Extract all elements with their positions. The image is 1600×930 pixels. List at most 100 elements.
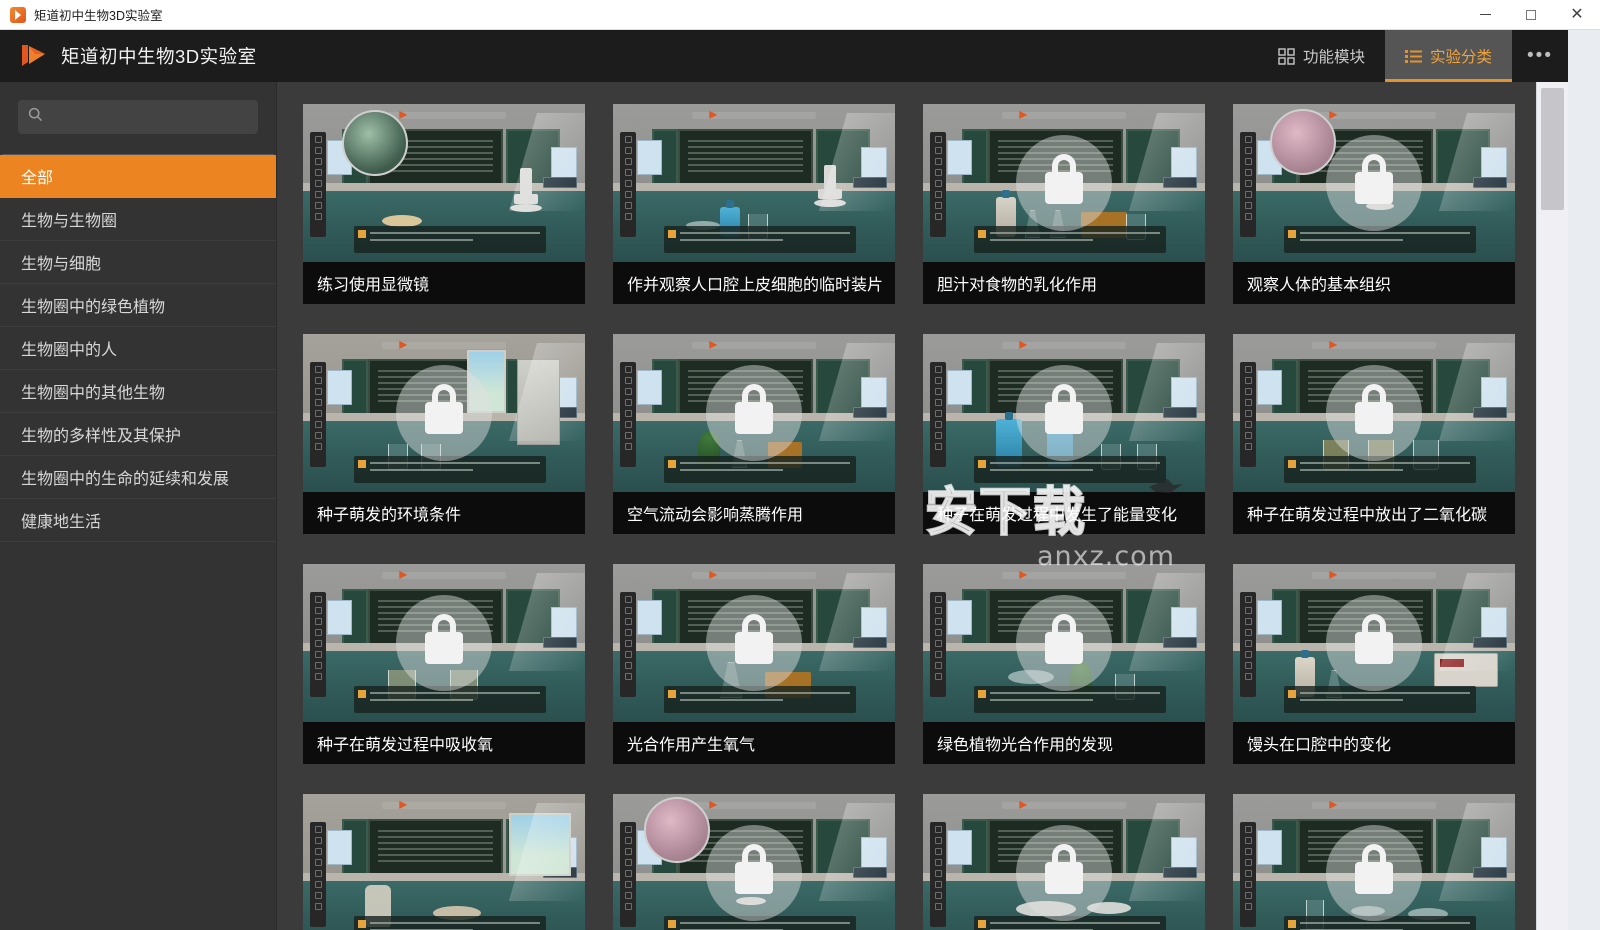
sidebar-item-label: 生物圈中的生命的延续和发展 <box>21 471 230 488</box>
scene-toolbar <box>310 592 327 697</box>
scene-toolbar <box>310 822 327 927</box>
sidebar-item-6[interactable]: 生物的多样性及其保护 <box>0 413 276 456</box>
sidebar-item-4[interactable]: 生物圈中的人 <box>0 327 276 370</box>
scene-toolbar <box>930 132 947 237</box>
search-input[interactable] <box>51 109 248 125</box>
scene-toolbar <box>1240 822 1257 927</box>
search-icon <box>28 107 43 127</box>
lock-icon <box>1326 595 1422 691</box>
search-container <box>0 82 276 154</box>
lock-icon <box>706 825 802 921</box>
lock-icon <box>1016 365 1112 461</box>
scene-brand <box>1001 341 1127 349</box>
experiment-title: 胆汁对食物的乳化作用 <box>923 262 1205 304</box>
scene-brand <box>691 571 817 579</box>
nav-item-function-modules[interactable]: 功能模块 <box>1258 30 1385 82</box>
scene-toolbar <box>1240 132 1257 237</box>
experiment-thumbnail <box>923 334 1205 492</box>
sidebar-item-7[interactable]: 生物圈中的生命的延续和发展 <box>0 456 276 499</box>
scene-brand <box>691 801 817 809</box>
scene-note <box>663 225 856 253</box>
close-button[interactable]: ✕ <box>1554 0 1600 29</box>
scene-brand <box>1311 341 1437 349</box>
scene-toolbar <box>620 822 637 927</box>
experiment-card[interactable]: 馒头在口腔中的变化 <box>1233 564 1515 764</box>
app-logo-icon <box>10 6 26 23</box>
sidebar-item-1[interactable]: 生物与生物圈 <box>0 198 276 241</box>
experiment-card[interactable]: 制作狗子印 <box>1233 794 1515 930</box>
app-nav: 功能模块 实验分类 ••• <box>1258 30 1568 82</box>
experiment-card[interactable]: 空气流动会影响蒸腾作用 <box>613 334 895 534</box>
sidebar-item-label: 生物的多样性及其保护 <box>21 428 182 445</box>
experiment-thumbnail <box>1233 334 1515 492</box>
grid-icon <box>1278 47 1295 65</box>
scene-brand <box>691 111 817 119</box>
sidebar-item-8[interactable]: 健康地生活 <box>0 499 276 542</box>
thumbnail-scene <box>613 104 895 262</box>
experiment-card[interactable]: 种子萌发的环境条件 <box>303 334 585 534</box>
experiment-card[interactable]: 用显微镜观察人血的永久涂片 <box>613 794 895 930</box>
sidebar-item-label: 生物圈中的人 <box>21 342 118 359</box>
experiment-card[interactable]: 练习使用显微镜 <box>303 104 585 304</box>
application-root: 矩道初中生物3D实验室 功能模块 实验分类 ••• 全部 生物与生物圈 生物与细… <box>0 30 1568 930</box>
experiment-card[interactable]: 作并观察人口腔上皮细胞的临时装片 <box>613 104 895 304</box>
scene-brand <box>691 341 817 349</box>
scene-brand <box>381 571 507 579</box>
experiment-title: 光合作用产生氧气 <box>613 722 895 764</box>
overflow-menu-button[interactable]: ••• <box>1512 30 1568 82</box>
maximize-button[interactable] <box>1508 0 1554 29</box>
lock-icon <box>396 365 492 461</box>
experiment-card[interactable]: 光合作用产生氧气 <box>613 564 895 764</box>
thumbnail-scene <box>303 794 585 930</box>
scrollbar-thumb[interactable] <box>1541 88 1564 210</box>
app-header: 矩道初中生物3D实验室 功能模块 实验分类 ••• <box>0 30 1568 82</box>
sidebar-item-0[interactable]: 全部 <box>0 155 276 198</box>
experiment-card[interactable]: 用废旧纸张制作再生纸 <box>923 794 1205 930</box>
lock-icon <box>1016 135 1112 231</box>
experiment-card[interactable]: 模拟膈肌的运动 <box>303 794 585 930</box>
window-controls: ✕ <box>1462 0 1600 29</box>
sidebar-item-5[interactable]: 生物圈中的其他生物 <box>0 370 276 413</box>
brand: 矩道初中生物3D实验室 <box>0 42 257 70</box>
category-list: 全部生物与生物圈生物与细胞 生物圈中的绿色植物生物圈中的人生物圈中的其他生物生物的… <box>0 155 276 542</box>
experiment-card[interactable]: 种子在萌发过程中发生了能量变化 <box>923 334 1205 534</box>
scene-toolbar <box>930 362 947 467</box>
experiment-card[interactable]: 观察人体的基本组织 <box>1233 104 1515 304</box>
lock-icon <box>1326 365 1422 461</box>
experiment-thumbnail <box>1233 794 1515 930</box>
scene-toolbar <box>620 362 637 467</box>
minimize-button[interactable] <box>1462 0 1508 29</box>
sidebar-item-3[interactable]: 生物圈中的绿色植物 <box>0 284 276 327</box>
maximize-icon <box>1526 9 1536 20</box>
experiment-thumbnail <box>613 104 895 262</box>
search-box[interactable] <box>18 100 258 134</box>
experiment-title: 馒头在口腔中的变化 <box>1233 722 1515 764</box>
experiment-thumbnail <box>613 334 895 492</box>
scene-toolbar <box>620 132 637 237</box>
brand-title: 矩道初中生物3D实验室 <box>61 46 257 67</box>
sidebar-item-2[interactable]: 生物与细胞 <box>0 241 276 284</box>
experiment-card[interactable]: 种子在萌发过程中放出了二氧化碳 <box>1233 334 1515 534</box>
experiment-title: 种子萌发的环境条件 <box>303 492 585 534</box>
experiment-card[interactable]: 绿色植物光合作用的发现 <box>923 564 1205 764</box>
sidebar-item-label: 生物与生物圈 <box>21 213 118 230</box>
window-title-group: 矩道初中生物3D实验室 <box>0 5 162 24</box>
minimize-icon <box>1479 14 1491 15</box>
scene-brand <box>381 111 507 119</box>
scene-toolbar <box>310 132 327 237</box>
scene-toolbar <box>620 592 637 697</box>
window-body: 矩道初中生物3D实验室 功能模块 实验分类 ••• 全部 生物与生物圈 生物与细… <box>0 30 1600 930</box>
lock-icon <box>1326 135 1422 231</box>
experiment-title: 种子在萌发过程中放出了二氧化碳 <box>1233 492 1515 534</box>
experiment-thumbnail <box>613 564 895 722</box>
scene-toolbar <box>930 592 947 697</box>
experiment-card[interactable]: 种子在萌发过程中吸收氧 <box>303 564 585 764</box>
scene-brand <box>381 341 507 349</box>
experiment-thumbnail <box>923 564 1205 722</box>
experiment-card[interactable]: 胆汁对食物的乳化作用 <box>923 104 1205 304</box>
nav-item-experiment-categories[interactable]: 实验分类 <box>1384 30 1513 82</box>
scene-brand <box>381 801 507 809</box>
nav-label-function-modules: 功能模块 <box>1302 49 1365 66</box>
experiment-thumbnail <box>1233 564 1515 722</box>
vertical-scrollbar[interactable] <box>1536 82 1568 930</box>
